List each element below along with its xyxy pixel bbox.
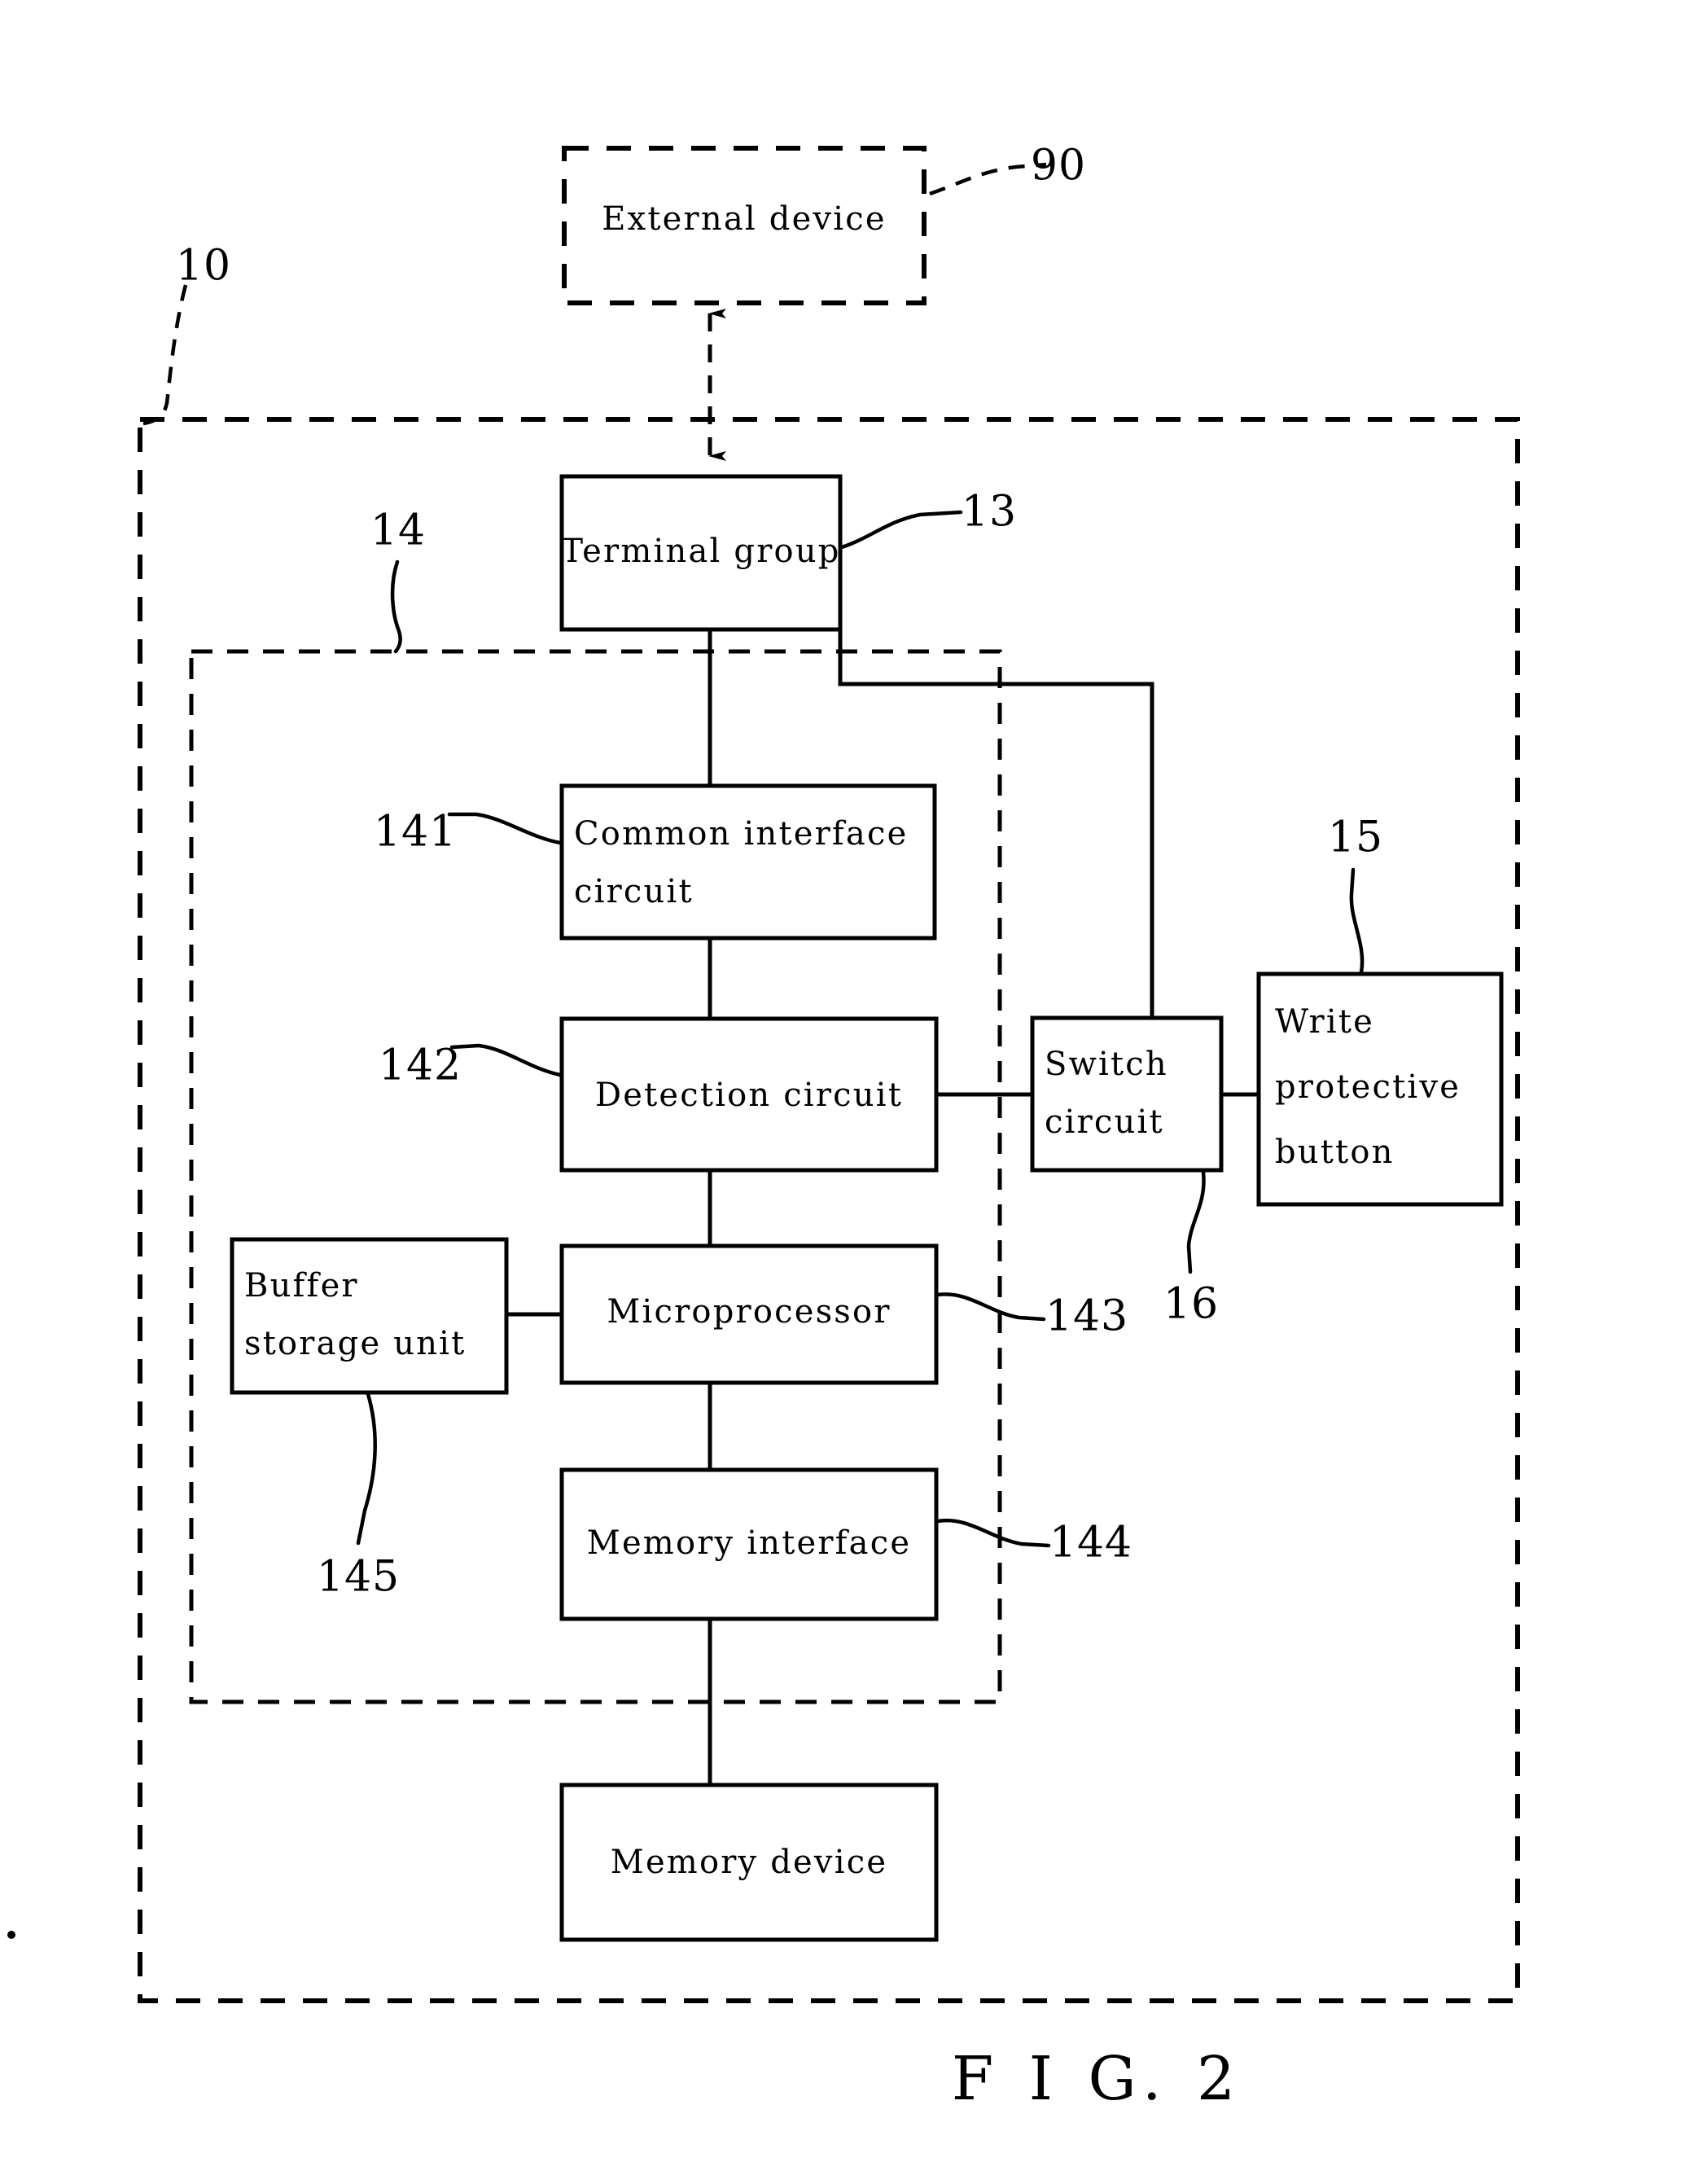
ref-callout-10: 10	[142, 242, 231, 426]
write-protective-button-label-line3: button	[1275, 1134, 1395, 1171]
ref-number-141: 141	[374, 808, 457, 857]
block-terminal-group: Terminal group	[559, 474, 843, 632]
memory-device-label: Memory device	[611, 1844, 887, 1881]
microprocessor-label: Microprocessor	[607, 1293, 891, 1331]
ref-number-14: 14	[370, 507, 426, 555]
ref-number-10: 10	[176, 242, 231, 291]
ref-number-142: 142	[379, 1042, 462, 1090]
enclosure-outer-system	[138, 417, 1520, 2003]
ref-number-144: 144	[1049, 1519, 1132, 1568]
ref-number-145: 145	[317, 1553, 400, 1602]
memory-interface-label: Memory interface	[587, 1524, 911, 1562]
block-detection-circuit: Detection circuit	[559, 1016, 939, 1173]
scan-artifact-dot	[7, 1931, 15, 1939]
block-microprocessor: Microprocessor	[559, 1243, 939, 1385]
patent-figure-root: External device Terminal group Common in…	[0, 0, 1691, 2184]
ref-number-90: 90	[1031, 142, 1086, 191]
external-device-label: External device	[602, 200, 886, 238]
block-external-device: External device	[562, 146, 927, 305]
ref-number-16: 16	[1163, 1280, 1219, 1329]
common-interface-circuit-label-line1: Common interface	[574, 815, 908, 853]
ref-callout-15: 15	[1328, 814, 1383, 975]
terminal-group-label: Terminal group	[561, 533, 840, 570]
buffer-storage-unit-label-line2: storage unit	[244, 1325, 466, 1362]
ref-number-15: 15	[1328, 814, 1383, 862]
ref-callout-141: 141	[374, 808, 563, 857]
ref-callout-13: 13	[839, 488, 1017, 550]
ref-callout-144: 144	[935, 1519, 1132, 1568]
block-write-protective-button: Write protective button	[1256, 971, 1504, 1207]
figure-caption: F I G. 2	[952, 2044, 1243, 2114]
ref-callout-142: 142	[379, 1042, 563, 1090]
buffer-storage-unit-label-line1: Buffer	[244, 1267, 359, 1305]
switch-circuit-label-line2: circuit	[1045, 1103, 1164, 1141]
buffer-storage-unit-box	[230, 1237, 509, 1395]
switch-circuit-box	[1030, 1015, 1224, 1173]
block-switch-circuit: Switch circuit	[1030, 1015, 1224, 1173]
common-interface-circuit-label-line2: circuit	[574, 873, 694, 910]
detection-circuit-label: Detection circuit	[595, 1077, 903, 1114]
ref-number-13: 13	[962, 488, 1017, 537]
ref-callout-14: 14	[370, 507, 426, 654]
switch-circuit-label-line1: Switch	[1045, 1046, 1168, 1083]
write-protective-button-label-line1: Write	[1275, 1003, 1374, 1041]
block-buffer-storage-unit: Buffer storage unit	[230, 1237, 509, 1395]
ref-callout-145: 145	[317, 1392, 400, 1602]
ref-number-143: 143	[1045, 1292, 1128, 1341]
ref-callout-16: 16	[1163, 1170, 1219, 1329]
block-diagram-canvas: External device Terminal group Common in…	[7, 142, 1520, 2114]
block-common-interface-circuit: Common interface circuit	[559, 783, 937, 941]
common-interface-circuit-box	[559, 783, 937, 941]
ref-callout-143: 143	[935, 1292, 1128, 1341]
block-memory-device: Memory device	[559, 1783, 939, 1942]
block-memory-interface: Memory interface	[559, 1467, 939, 1621]
write-protective-button-label-line2: protective	[1275, 1068, 1461, 1106]
ref-callout-90: 90	[929, 142, 1086, 196]
